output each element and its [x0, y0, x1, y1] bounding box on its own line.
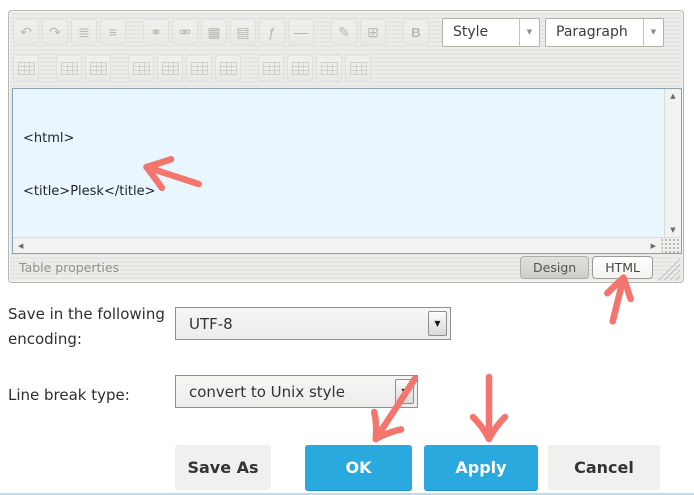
chevron-down-icon: ▼: [519, 19, 539, 46]
horizontal-rule-icon: —: [294, 25, 308, 39]
merge-cells-button[interactable]: [345, 55, 371, 81]
table-cell-properties-icon: [90, 62, 107, 75]
ordered-list-icon: ≣: [78, 25, 90, 39]
unordered-list-icon: ≡: [109, 25, 117, 39]
delete-row-button[interactable]: [186, 55, 212, 81]
insert-column-before-button[interactable]: [258, 55, 284, 81]
insert-table-icon: [18, 62, 35, 75]
paragraph-format-dropdown[interactable]: Paragraph ▼: [545, 18, 664, 47]
ordered-list-button[interactable]: ≣: [71, 19, 97, 45]
edit-html-source-icon: ✎: [338, 25, 350, 39]
unlink-button[interactable]: ⚮: [172, 19, 198, 45]
unordered-list-button[interactable]: ≡: [100, 19, 126, 45]
unlink-icon: ⚮: [179, 25, 191, 39]
paragraph-format-value: Paragraph: [546, 24, 643, 40]
code-line: <html>: [23, 130, 664, 148]
redo-icon: ↷: [49, 25, 61, 39]
delete-column-icon: [220, 62, 237, 75]
save-as-button[interactable]: Save As: [175, 445, 271, 490]
ok-button[interactable]: OK: [305, 445, 412, 490]
code-editor[interactable]: <html> <title>Plesk</title> <body> Test …: [12, 88, 682, 254]
tab-design[interactable]: Design: [520, 256, 589, 279]
redo-button[interactable]: ↷: [42, 19, 68, 45]
cancel-button[interactable]: Cancel: [548, 445, 660, 490]
line-break-select-value: convert to Unix style: [176, 383, 395, 401]
editor-toolbar-primary: ↶ ↷ ≣ ≡ ⚭ ⚮ ▦ ▤ ƒ — ✎ ⊞ B Style ▼ Paragr…: [13, 17, 664, 47]
code-text: <html> <title>Plesk</title> <body> Test …: [13, 89, 664, 237]
bold-button[interactable]: B: [403, 19, 429, 45]
chevron-down-icon: ▼: [428, 311, 447, 336]
editor-toolbar-table: [13, 52, 374, 84]
insert-row-before-button[interactable]: [128, 55, 154, 81]
paste-button[interactable]: ▤: [230, 19, 256, 45]
encoding-label: Save in the following encoding:: [8, 302, 176, 352]
vertical-scrollbar[interactable]: ▲ ▼: [664, 89, 681, 237]
bold-icon: B: [411, 26, 420, 39]
tab-html[interactable]: HTML: [592, 256, 653, 279]
scroll-up-icon[interactable]: ▲: [670, 92, 675, 100]
chevron-down-icon: ▼: [395, 379, 414, 404]
insert-column-after-button[interactable]: [287, 55, 313, 81]
insert-row-after-button[interactable]: [157, 55, 183, 81]
merge-cells-icon: [350, 62, 367, 75]
insert-row-before-icon: [133, 62, 150, 75]
paste-icon: ▤: [236, 25, 249, 39]
image-icon: ▦: [207, 25, 220, 39]
scroll-corner-grip: [661, 237, 681, 253]
undo-button[interactable]: ↶: [13, 19, 39, 45]
delete-column-button[interactable]: [215, 55, 241, 81]
visual-aid-grid-icon: ⊞: [367, 25, 379, 39]
style-dropdown[interactable]: Style ▼: [442, 18, 540, 47]
rich-text-editor: ↶ ↷ ≣ ≡ ⚭ ⚮ ▦ ▤ ƒ — ✎ ⊞ B Style ▼ Paragr…: [8, 10, 684, 283]
resize-handle-icon[interactable]: [658, 259, 680, 281]
file-editor-dialog: ↶ ↷ ≣ ≡ ⚭ ⚮ ▦ ▤ ƒ — ✎ ⊞ B Style ▼ Paragr…: [0, 0, 694, 495]
delete-row-icon: [191, 62, 208, 75]
statusbar-element-path[interactable]: Table properties: [19, 260, 119, 275]
scroll-down-icon[interactable]: ▼: [670, 226, 675, 234]
encoding-select-value: UTF-8: [176, 315, 428, 333]
code-line: <title>Plesk</title>: [23, 183, 664, 201]
annotation-arrow-apply: [463, 373, 515, 449]
insert-column-before-icon: [263, 62, 280, 75]
encoding-select[interactable]: UTF-8 ▼: [175, 307, 451, 340]
insert-column-after-icon: [292, 62, 309, 75]
split-cells-button[interactable]: [316, 55, 342, 81]
line-break-select[interactable]: convert to Unix style ▼: [175, 375, 418, 408]
horizontal-scrollbar[interactable]: ◀ ▶: [13, 237, 661, 253]
insert-row-after-icon: [162, 62, 179, 75]
link-button[interactable]: ⚭: [143, 19, 169, 45]
chevron-down-icon: ▼: [643, 19, 663, 46]
editor-mode-tabs: Design HTML: [520, 256, 653, 279]
horizontal-rule-button[interactable]: —: [288, 19, 314, 45]
edit-html-source-button[interactable]: ✎: [331, 19, 357, 45]
line-break-label: Line break type:: [8, 383, 130, 408]
style-dropdown-value: Style: [443, 24, 519, 40]
flash-media-icon: ƒ: [268, 25, 276, 39]
split-cells-icon: [321, 62, 338, 75]
table-row-properties-button[interactable]: [56, 55, 82, 81]
scroll-right-icon[interactable]: ▶: [651, 242, 656, 250]
image-button[interactable]: ▦: [201, 19, 227, 45]
visual-aid-button[interactable]: ⊞: [360, 19, 386, 45]
insert-table-button[interactable]: [13, 55, 39, 81]
apply-button[interactable]: Apply: [424, 445, 538, 490]
editor-status-bar: Table properties Design HTML: [9, 253, 683, 282]
undo-icon: ↶: [20, 25, 32, 39]
table-row-properties-icon: [61, 62, 78, 75]
link-icon: ⚭: [150, 25, 162, 39]
table-cell-properties-button[interactable]: [85, 55, 111, 81]
flash-media-button[interactable]: ƒ: [259, 19, 285, 45]
scroll-left-icon[interactable]: ◀: [18, 242, 23, 250]
